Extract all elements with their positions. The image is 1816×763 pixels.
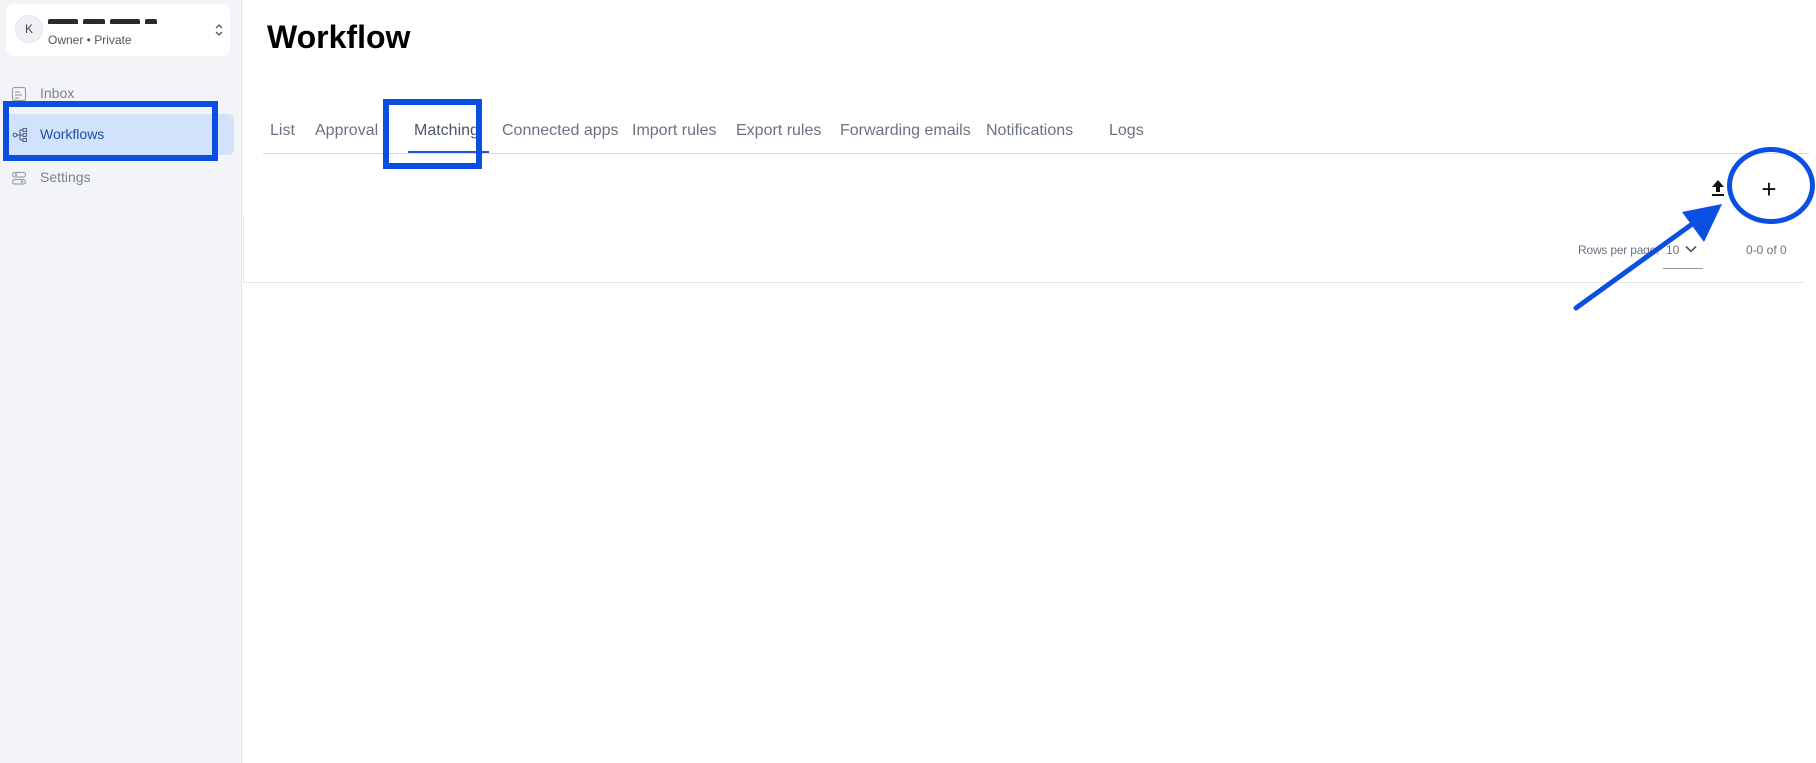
inbox-icon	[11, 86, 27, 102]
settings-icon	[11, 171, 27, 185]
divider	[243, 216, 244, 282]
sidebar-item-label: Inbox	[40, 85, 75, 101]
account-subtitle: Owner • Private	[48, 33, 132, 47]
page-title: Workflow	[267, 19, 411, 55]
tab-export-rules[interactable]: Export rules	[736, 122, 821, 140]
account-switcher[interactable]: K Owner • Private	[6, 4, 230, 56]
sidebar-item-label: Settings	[40, 169, 91, 185]
tab-logs[interactable]: Logs	[1109, 122, 1144, 140]
annotation-arrow	[1573, 204, 1722, 311]
tab-import-rules[interactable]: Import rules	[632, 122, 716, 140]
annotation-box-matching	[383, 99, 482, 169]
annotation-circle-add	[1727, 147, 1815, 224]
tab-notifications[interactable]: Notifications	[986, 122, 1073, 140]
account-name-redacted	[48, 12, 168, 24]
tab-list[interactable]: List	[270, 122, 295, 140]
tab-connected-apps[interactable]: Connected apps	[502, 122, 619, 140]
avatar: K	[15, 15, 43, 43]
chevron-up-down-icon	[215, 24, 223, 36]
tab-approval[interactable]: Approval	[315, 122, 378, 140]
pagination-range: 0-0 of 0	[1746, 243, 1787, 257]
annotation-box-workflows	[3, 101, 218, 161]
tab-forwarding-emails[interactable]: Forwarding emails	[840, 122, 971, 140]
tab-bar: List Approval Matching Connected apps Im…	[263, 112, 1809, 154]
sidebar-item-settings[interactable]: Settings	[0, 157, 242, 197]
